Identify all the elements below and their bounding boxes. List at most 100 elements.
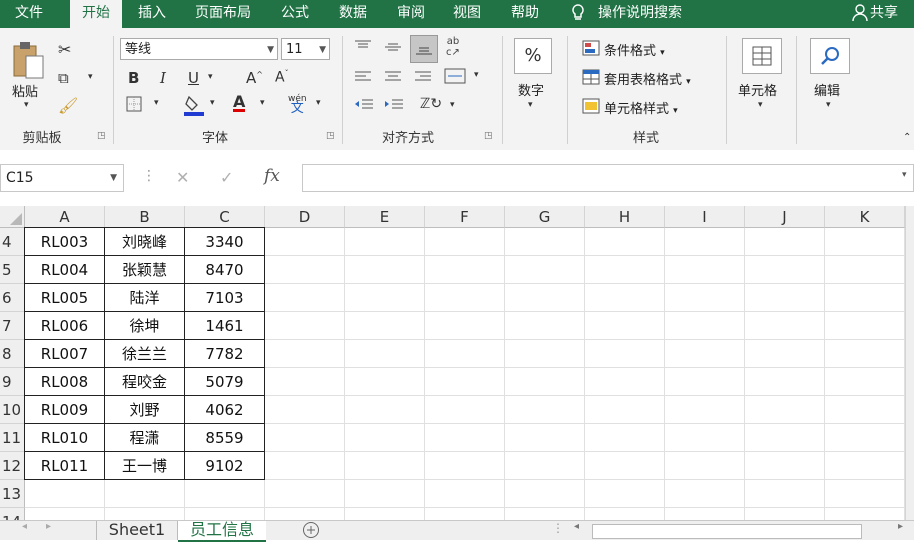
cell[interactable] <box>425 480 505 508</box>
cell[interactable] <box>265 340 345 368</box>
cut-icon[interactable]: ✂ <box>58 40 71 59</box>
number-format-button[interactable]: % <box>514 38 552 74</box>
cell[interactable] <box>425 284 505 312</box>
border-dropdown-icon[interactable]: ▾ <box>154 98 159 108</box>
cell[interactable] <box>825 480 905 508</box>
cell[interactable] <box>265 256 345 284</box>
align-top-icon[interactable] <box>354 40 372 58</box>
cell[interactable] <box>345 424 425 452</box>
align-left-icon[interactable] <box>354 70 372 88</box>
cells-button[interactable] <box>742 38 782 74</box>
cell[interactable]: 程咬金 <box>104 367 185 396</box>
cell[interactable] <box>745 368 825 396</box>
cell[interactable]: 9102 <box>184 451 265 480</box>
cell[interactable] <box>265 312 345 340</box>
tab-page-layout[interactable]: 页面布局 <box>186 0 260 28</box>
cell[interactable] <box>825 424 905 452</box>
row-header[interactable]: 4 <box>0 228 25 256</box>
cell[interactable] <box>825 340 905 368</box>
cell[interactable] <box>665 452 745 480</box>
cell[interactable] <box>265 452 345 480</box>
increase-indent-icon[interactable] <box>384 98 404 116</box>
cell[interactable]: 徐兰兰 <box>104 339 185 368</box>
row-header[interactable]: 13 <box>0 480 25 508</box>
align-center-icon[interactable] <box>384 70 402 88</box>
cell[interactable]: 徐坤 <box>104 311 185 340</box>
cell[interactable] <box>185 480 265 508</box>
cell[interactable] <box>585 340 665 368</box>
cell[interactable] <box>505 312 585 340</box>
cell[interactable] <box>745 340 825 368</box>
cell[interactable] <box>425 424 505 452</box>
cell[interactable] <box>425 368 505 396</box>
cell[interactable] <box>585 452 665 480</box>
cell[interactable]: 7103 <box>184 283 265 312</box>
collapse-ribbon-icon[interactable]: ⌃ <box>903 132 911 143</box>
copy-icon[interactable]: ⧉ <box>58 69 69 87</box>
cell[interactable] <box>585 284 665 312</box>
select-all-corner[interactable] <box>0 206 25 228</box>
row-header[interactable]: 7 <box>0 312 25 340</box>
cell[interactable] <box>665 284 745 312</box>
bold-icon[interactable]: B <box>128 69 139 87</box>
row-header[interactable]: 9 <box>0 368 25 396</box>
cell[interactable] <box>745 480 825 508</box>
expand-formula-icon[interactable]: ▾ <box>902 170 907 180</box>
tab-file[interactable]: 文件 <box>6 0 52 28</box>
cell[interactable] <box>825 228 905 256</box>
format-as-table-button[interactable]: 套用表格格式 ▾ <box>604 69 691 88</box>
cell[interactable] <box>25 480 105 508</box>
cell[interactable]: RL006 <box>24 311 105 340</box>
cell[interactable] <box>825 256 905 284</box>
cell[interactable] <box>825 312 905 340</box>
cell[interactable] <box>425 228 505 256</box>
tab-formulas[interactable]: 公式 <box>272 0 318 28</box>
cells-dropdown-icon[interactable]: ▾ <box>758 100 763 110</box>
name-box[interactable]: C15 ▼ <box>0 164 124 192</box>
cell[interactable] <box>585 396 665 424</box>
column-header-a[interactable]: A <box>25 206 105 228</box>
cell[interactable] <box>665 228 745 256</box>
copy-dropdown-icon[interactable]: ▾ <box>88 72 93 82</box>
cell[interactable] <box>745 396 825 424</box>
cell[interactable] <box>345 228 425 256</box>
cell[interactable] <box>505 424 585 452</box>
cell[interactable] <box>665 424 745 452</box>
cell[interactable] <box>665 480 745 508</box>
cell[interactable] <box>745 228 825 256</box>
cell[interactable]: RL011 <box>24 451 105 480</box>
column-header-f[interactable]: F <box>425 206 505 228</box>
cell[interactable] <box>505 228 585 256</box>
tab-home[interactable]: 开始 <box>70 0 122 30</box>
cell[interactable]: RL007 <box>24 339 105 368</box>
cell[interactable]: RL004 <box>24 255 105 284</box>
tab-review[interactable]: 审阅 <box>388 0 434 28</box>
cell[interactable] <box>425 312 505 340</box>
cell[interactable]: 程潇 <box>104 423 185 452</box>
alignment-launcher-icon[interactable]: ◳ <box>484 131 493 141</box>
cell[interactable]: 8559 <box>184 423 265 452</box>
cell[interactable] <box>425 396 505 424</box>
cell[interactable] <box>665 368 745 396</box>
cell[interactable] <box>265 368 345 396</box>
column-header-g[interactable]: G <box>505 206 585 228</box>
cell[interactable]: RL009 <box>24 395 105 424</box>
cell[interactable] <box>345 480 425 508</box>
cell[interactable] <box>585 256 665 284</box>
underline-dropdown-icon[interactable]: ▾ <box>208 72 213 82</box>
cell[interactable] <box>265 424 345 452</box>
enter-icon[interactable]: ✓ <box>220 168 233 187</box>
add-sheet-button[interactable] <box>302 521 320 543</box>
increase-font-icon[interactable]: A^ <box>246 69 263 87</box>
paste-button[interactable] <box>10 40 46 80</box>
cell[interactable] <box>665 396 745 424</box>
column-header-d[interactable]: D <box>265 206 345 228</box>
cell[interactable] <box>825 368 905 396</box>
cell[interactable] <box>345 368 425 396</box>
row-header[interactable]: 8 <box>0 340 25 368</box>
cell[interactable]: RL003 <box>24 227 105 256</box>
column-header-e[interactable]: E <box>345 206 425 228</box>
cell[interactable] <box>505 368 585 396</box>
cell[interactable] <box>585 312 665 340</box>
orientation-icon[interactable]: ab c↗ <box>446 36 460 58</box>
